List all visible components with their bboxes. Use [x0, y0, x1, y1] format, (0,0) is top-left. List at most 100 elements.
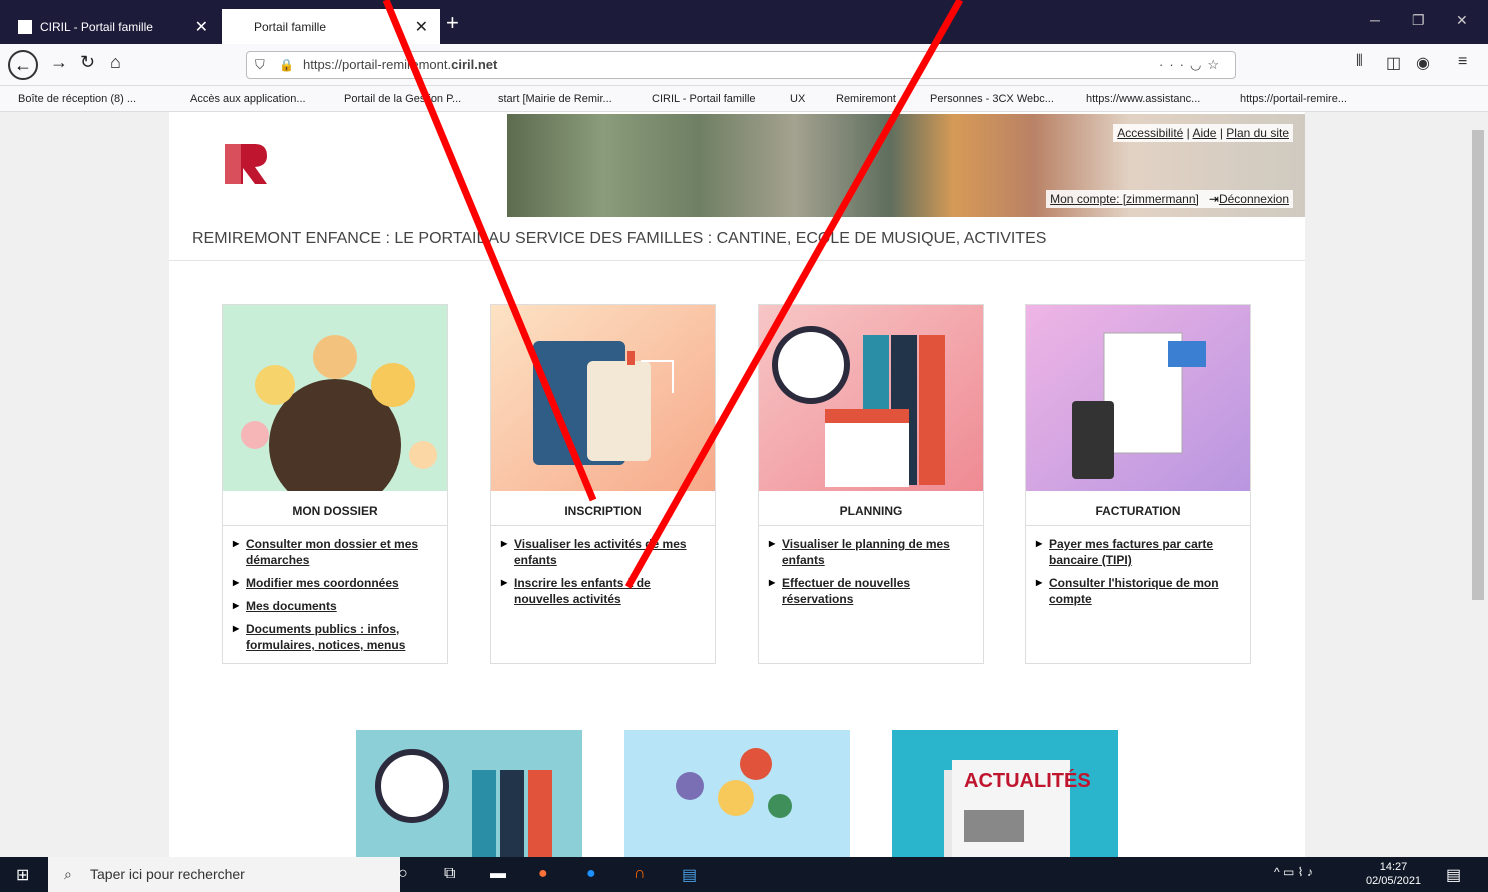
nav-bar: ← → ↻ ⌂ ⛉ 🔒 https://portail-remiremont.c… — [0, 44, 1488, 86]
tab-portail[interactable]: Portail famille ✕ — [222, 9, 440, 44]
sitemap-link[interactable]: Plan du site — [1226, 126, 1289, 140]
sidebar-icon[interactable]: ◫ — [1386, 53, 1401, 73]
scrollbar-thumb[interactable] — [1472, 130, 1484, 600]
dossier-link[interactable]: Consulter mon dossier et mes démarches — [246, 537, 418, 567]
list-item: Mes documents — [233, 598, 439, 614]
documents-link[interactable]: Mes documents — [246, 599, 337, 613]
url-domain: ciril.net — [451, 57, 498, 72]
bookmark-apps[interactable]: Accès aux application... — [190, 93, 306, 105]
list-item: Effectuer de nouvelles réservations — [769, 575, 975, 607]
app-icon[interactable]: ∩ — [634, 865, 646, 883]
bookmark-gmail[interactable]: Boîte de réception (8) ... — [18, 93, 136, 105]
new-tab-icon[interactable]: + — [446, 10, 459, 36]
clock-time: 14:27 — [1379, 861, 1408, 873]
coordonnees-link[interactable]: Modifier mes coordonnées — [246, 576, 399, 590]
bookmark-gestion[interactable]: Portail de la Gestion P... — [344, 93, 461, 105]
account-history-link[interactable]: Consulter l'historique de mon compte — [1049, 576, 1219, 606]
view-activities-link[interactable]: Visualiser les activités de mes enfants — [514, 537, 687, 567]
reload-icon[interactable]: ↻ — [80, 52, 95, 73]
forward-icon[interactable]: → — [50, 52, 68, 73]
top-links: Accessibilité | Aide | Plan du site — [1113, 124, 1293, 142]
home-icon[interactable]: ⌂ — [110, 52, 121, 73]
card-links: Payer mes factures par carte bancaire (T… — [1026, 526, 1250, 607]
page-viewport: Accessibilité | Aide | Plan du site Mon … — [0, 112, 1468, 857]
scrollbar[interactable] — [1468, 112, 1488, 857]
card-title: INSCRIPTION — [491, 496, 715, 526]
bookmark-3cx[interactable]: Personnes - 3CX Webc... — [930, 93, 1054, 105]
page-tagline: REMIREMONT ENFANCE : LE PORTAIL AU SERVI… — [192, 230, 1047, 247]
card-links: Consulter mon dossier et mes démarches M… — [223, 526, 447, 653]
children-illustration-icon[interactable] — [223, 305, 447, 511]
help-link[interactable]: Aide — [1192, 126, 1216, 140]
star-icon[interactable]: ☆ — [1207, 57, 1225, 72]
close-tab-icon[interactable]: ✕ — [415, 17, 428, 37]
invoice-illustration-icon[interactable] — [1026, 305, 1250, 491]
logout-icon: ⇥ — [1208, 192, 1219, 206]
pocket-icon[interactable]: ◡ — [1190, 57, 1207, 72]
tab-favicon — [18, 19, 32, 34]
taskbar: ⊞ ⌕ Taper ici pour rechercher ○ ⧉ ▬ ● ● … — [0, 857, 1488, 892]
list-item: Consulter mon dossier et mes démarches — [233, 536, 439, 568]
windows-start-icon[interactable]: ⊞ — [16, 865, 29, 885]
card-title: PLANNING — [759, 496, 983, 526]
lock-icon: 🔒 — [279, 58, 294, 72]
account-link[interactable]: Mon compte: [zimmermann] — [1050, 192, 1199, 206]
close-tab-icon[interactable]: ✕ — [195, 17, 208, 37]
logout-link[interactable]: Déconnexion — [1219, 192, 1289, 206]
tab-title: Portail famille — [254, 19, 327, 34]
bookmark-portail[interactable]: https://portail-remire... — [1240, 93, 1347, 105]
bookmark-remiremont[interactable]: Remiremont — [836, 93, 896, 105]
view-planning-link[interactable]: Visualiser le planning de mes enfants — [782, 537, 950, 567]
list-item: Visualiser les activités de mes enfants — [501, 536, 707, 568]
notebook-illustration-icon[interactable] — [491, 305, 715, 491]
actualites-label: ACTUALITÉS — [964, 770, 1091, 792]
teams-icon[interactable]: ● — [586, 865, 596, 883]
back-icon[interactable]: ← — [8, 50, 38, 80]
document-icon[interactable]: ▤ — [682, 865, 697, 885]
card-planning: PLANNING Visualiser le planning de mes e… — [758, 304, 984, 664]
clock[interactable]: 14:27 02/05/2021 — [1366, 860, 1421, 888]
bookmark-assistance[interactable]: https://www.assistanc... — [1086, 93, 1200, 105]
planning-tile-icon[interactable] — [356, 730, 582, 857]
restore-icon[interactable]: ❐ — [1412, 12, 1425, 29]
url-bar[interactable]: ⛉ 🔒 https://portail-remiremont.ciril.net… — [246, 51, 1236, 79]
accessibility-link[interactable]: Accessibilité — [1117, 126, 1183, 140]
planning-illustration-icon[interactable] — [759, 305, 983, 491]
tab-title: CIRIL - Portail famille — [40, 19, 153, 34]
menu-icon[interactable]: ≡ — [1458, 53, 1467, 71]
notifications-icon[interactable]: ▤ — [1446, 865, 1461, 885]
remiremont-logo — [219, 140, 269, 188]
url-actions: ···◡☆ — [1159, 52, 1225, 78]
public-documents-link[interactable]: Documents publics : infos, formulaires, … — [246, 622, 405, 652]
list-item: Inscrire les enfants à de nouvelles acti… — [501, 575, 707, 607]
bookmarks-bar: Boîte de réception (8) ... Accès aux app… — [0, 86, 1488, 112]
firefox-icon[interactable]: ● — [538, 865, 548, 883]
tab-ciril[interactable]: CIRIL - Portail famille ✕ — [8, 9, 220, 44]
bookmark-start[interactable]: start [Mairie de Remir... — [498, 93, 612, 105]
newspaper-icon — [944, 760, 1070, 857]
search-placeholder: Taper ici pour rechercher — [90, 866, 245, 882]
header-banner: Accessibilité | Aide | Plan du site Mon … — [507, 114, 1305, 217]
card-links: Visualiser les activités de mes enfants … — [491, 526, 715, 607]
taskbar-search[interactable]: ⌕ Taper ici pour rechercher — [48, 857, 400, 892]
account-icon[interactable]: ◉ — [1416, 53, 1430, 73]
minimize-icon[interactable]: ─ — [1370, 12, 1380, 28]
more-icon[interactable]: ··· — [1159, 57, 1190, 72]
library-icon[interactable]: ⫴ — [1356, 53, 1363, 71]
communication-tile-icon[interactable] — [624, 730, 850, 857]
pay-invoices-link[interactable]: Payer mes factures par carte bancaire (T… — [1049, 537, 1213, 567]
system-tray-icon[interactable]: ^ ▭ ⌇ ♪ — [1274, 865, 1313, 879]
clock-date: 02/05/2021 — [1366, 875, 1422, 887]
close-window-icon[interactable]: ✕ — [1456, 12, 1468, 29]
cortana-icon[interactable]: ○ — [398, 865, 408, 883]
enroll-children-link[interactable]: Inscrire les enfants à de nouvelles acti… — [514, 576, 651, 606]
file-explorer-icon[interactable]: ▬ — [490, 865, 506, 883]
card-title: MON DOSSIER — [223, 496, 447, 526]
card-inscription: INSCRIPTION Visualiser les activités de … — [490, 304, 716, 664]
task-view-icon[interactable]: ⧉ — [444, 865, 455, 883]
bookmark-ciril[interactable]: CIRIL - Portail famille — [652, 93, 756, 105]
bookmark-ux[interactable]: UX — [790, 93, 805, 105]
new-reservation-link[interactable]: Effectuer de nouvelles réservations — [782, 576, 910, 606]
actualites-tile[interactable]: ACTUALITÉS — [892, 730, 1118, 857]
shield-icon: ⛉ — [255, 57, 265, 72]
